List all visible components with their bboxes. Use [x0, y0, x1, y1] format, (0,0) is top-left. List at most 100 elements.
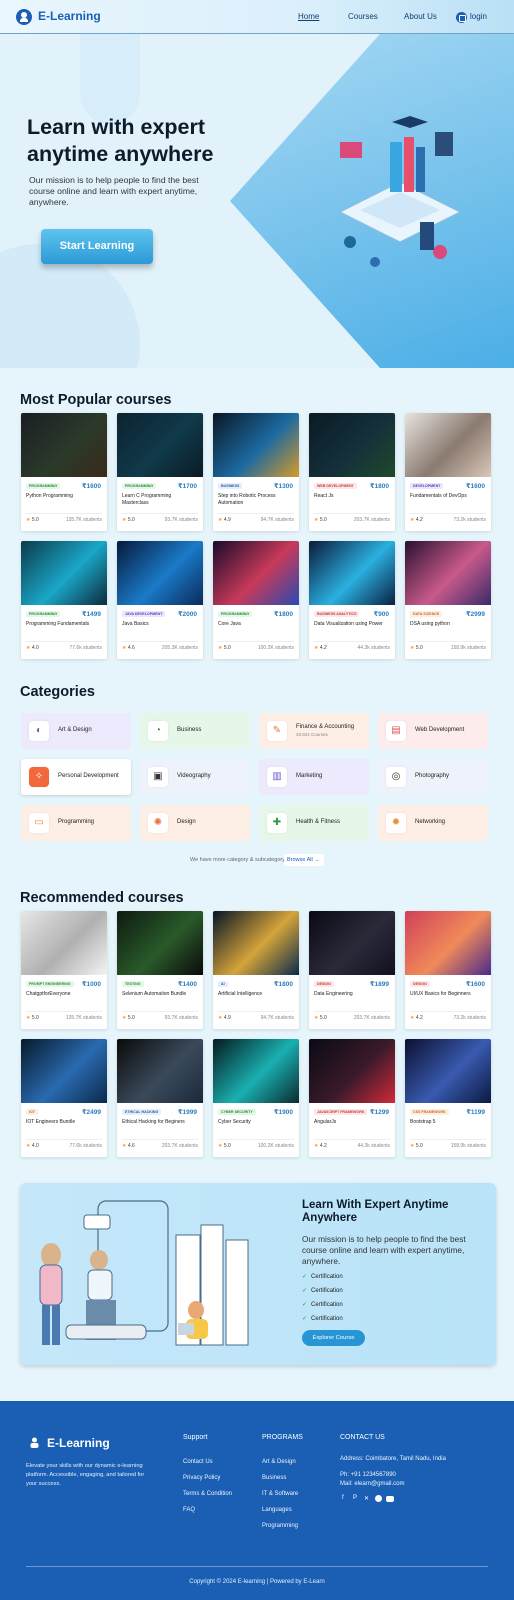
course-card[interactable]: AI ₹1800 Artificial Intelligence ★ 4.9 94.7K… [213, 911, 299, 1029]
course-name[interactable]: Artificial Intelligence [218, 991, 294, 998]
course-thumbnail[interactable] [213, 541, 299, 605]
course-rating: ★ 5.0 [314, 1015, 327, 1021]
facebook-icon[interactable]: f [342, 1495, 344, 1501]
course-name[interactable]: Data Visualization using Power [314, 621, 390, 628]
category-marketing[interactable]: ▥ Marketing [259, 759, 369, 795]
whatsapp-icon[interactable] [375, 1495, 382, 1502]
course-name[interactable]: Bootstrap 5 [410, 1119, 486, 1126]
course-card[interactable]: JAVASCRIPT FRAMEWORK ₹1299 AngularJs ★ 4.2 4… [309, 1039, 395, 1157]
course-card[interactable]: JAVA DEVELOPMENT ₹2000 Java Basics ★ 4.6 205… [117, 541, 203, 659]
start-learning-button[interactable]: Start Learning [41, 229, 153, 264]
nav-courses[interactable]: Courses [348, 12, 378, 21]
nav-home[interactable]: Home [298, 12, 319, 21]
footer-link-it-software[interactable]: IT & Software [262, 1491, 298, 1497]
course-card[interactable]: PROMPT ENGINEERING ₹1000 ChatgptforEveryon… [21, 911, 107, 1029]
course-name[interactable]: IOT Engineers Bundle [26, 1119, 102, 1126]
course-card[interactable]: DATA SCIENCE ₹2999 DSA using python ★ 5.0 15… [405, 541, 491, 659]
course-card[interactable]: WEB DEVELOPMENT ₹1800 React Js ★ 5.0 203.7K … [309, 413, 395, 531]
course-card[interactable]: ETHICAL HACKING ₹1999 Ethical Hacking for … [117, 1039, 203, 1157]
course-thumbnail[interactable] [117, 413, 203, 477]
course-thumbnail[interactable] [117, 911, 203, 975]
footer-link-privacy[interactable]: Privacy Policy [183, 1475, 220, 1481]
category-web-development[interactable]: ▤ Web Development [378, 713, 488, 749]
course-name[interactable]: React Js [314, 493, 390, 500]
course-thumbnail[interactable] [405, 413, 491, 477]
course-card[interactable]: BUSINESS ANALYTICS ₹900 Data Visualization… [309, 541, 395, 659]
category-art-design[interactable]: ◐ Art & Design [21, 713, 131, 749]
course-name[interactable]: ChatgptforEveryone [26, 991, 102, 998]
course-name[interactable]: Selenium Automation Bundle [122, 991, 198, 998]
footer-link-faq[interactable]: FAQ [183, 1507, 195, 1513]
course-name[interactable]: Data Engineering [314, 991, 390, 998]
browse-all-button[interactable]: Browse All → [284, 854, 324, 866]
footer-link-programming[interactable]: Programming [262, 1523, 298, 1529]
brand-name[interactable]: E-Learning [38, 9, 101, 23]
x-icon[interactable]: ✕ [364, 1495, 369, 1502]
course-thumbnail[interactable] [309, 413, 395, 477]
course-card[interactable]: DEVELOPMENT ₹1600 Fundamentals of DevOps ★ … [405, 413, 491, 531]
explore-course-button[interactable]: Explorer Course [302, 1330, 365, 1346]
course-name[interactable]: Core Java [218, 621, 294, 628]
course-rating: ★ 4.6 [122, 645, 135, 651]
course-card[interactable]: PROGRAMMING ₹1800 Core Java ★ 5.0 100.2K stu… [213, 541, 299, 659]
course-thumbnail[interactable] [21, 911, 107, 975]
category-personal-development[interactable]: ✧ Personal Development [21, 759, 131, 795]
footer-link-languages[interactable]: Languages [262, 1507, 292, 1513]
course-name[interactable]: Programming Fundamentals [26, 621, 102, 628]
course-thumbnail[interactable] [405, 1039, 491, 1103]
course-tag: WEB DEVELOPMENT [314, 483, 357, 489]
login-icon[interactable] [456, 12, 467, 23]
course-name[interactable]: Java Basics [122, 621, 198, 628]
course-thumbnail[interactable] [21, 541, 107, 605]
course-name[interactable]: Python Programming [26, 493, 102, 500]
course-card[interactable]: PROGRAMMING ₹1700 Learn C Programming Mast… [117, 413, 203, 531]
course-card[interactable]: DESIGN ₹1600 UI/UX Basics for Beginners ★ 4… [405, 911, 491, 1029]
category-health-fitness[interactable]: ✚ Health & Fitness [259, 805, 369, 841]
category-design[interactable]: ✺ Design [140, 805, 250, 841]
course-thumbnail[interactable] [117, 1039, 203, 1103]
course-card[interactable]: PROGRAMMING ₹1499 Programming Fundamentals… [21, 541, 107, 659]
course-card[interactable]: CSS FRAMEWORK ₹1199 Bootstrap 5 ★ 5.0 158.9k… [405, 1039, 491, 1157]
rating-value: 4.0 [31, 645, 39, 651]
course-name[interactable]: Ethical Hacking for Beginers [122, 1119, 198, 1126]
pinterest-icon[interactable]: P [353, 1495, 357, 1501]
nav-about-us[interactable]: About Us [404, 12, 437, 21]
youtube-icon[interactable] [386, 1496, 394, 1502]
course-card[interactable]: PROGRAMMING ₹1600 Python Programming ★ 5.0 1… [21, 413, 107, 531]
course-name[interactable]: Learn C Programming Masterclass [122, 493, 198, 507]
course-thumbnail[interactable] [21, 413, 107, 477]
course-card[interactable]: DESIGN ₹1899 Data Engineering ★ 5.0 203.7K s… [309, 911, 395, 1029]
category-networking[interactable]: ✹ Networking [378, 805, 488, 841]
course-name[interactable]: UI/UX Basics for Beginners [410, 991, 486, 998]
course-thumbnail[interactable] [117, 541, 203, 605]
course-thumbnail[interactable] [213, 1039, 299, 1103]
footer-link-terms[interactable]: Terms & Condition [183, 1491, 232, 1497]
category-business[interactable]: ◔ Business [140, 713, 250, 749]
footer-link-contact[interactable]: Contact Us [183, 1459, 213, 1465]
course-thumbnail[interactable] [405, 541, 491, 605]
category-photography[interactable]: ◎ Photography [378, 759, 488, 795]
course-name[interactable]: Cyber Security [218, 1119, 294, 1126]
category-finance-accounting[interactable]: ✎ Finance & Accounting 33,841 Courses [259, 713, 369, 749]
course-name[interactable]: Step into Robotic Process Automation [218, 493, 294, 507]
course-thumbnail[interactable] [213, 911, 299, 975]
course-thumbnail[interactable] [213, 413, 299, 477]
course-name[interactable]: DSA using python [410, 621, 486, 628]
category-programming[interactable]: ▭ Programming [21, 805, 131, 841]
footer-link-art-design[interactable]: Art & Design [262, 1459, 296, 1465]
footer-link-business[interactable]: Business [262, 1475, 286, 1481]
course-thumbnail[interactable] [309, 1039, 395, 1103]
category-videography[interactable]: ▣ Videography [140, 759, 250, 795]
course-price: ₹1800 [274, 611, 293, 618]
course-card[interactable]: IOT ₹2499 IOT Engineers Bundle ★ 4.0 77.6k s… [21, 1039, 107, 1157]
login-link[interactable]: login [470, 12, 487, 21]
course-thumbnail[interactable] [21, 1039, 107, 1103]
course-card[interactable]: BUSINESS ₹1300 Step into Robotic Process A… [213, 413, 299, 531]
course-thumbnail[interactable] [309, 911, 395, 975]
course-name[interactable]: Fundamentals of DevOps [410, 493, 486, 500]
course-card[interactable]: CYBER SECURITY ₹1900 Cyber Security ★ 5.0 10… [213, 1039, 299, 1157]
course-thumbnail[interactable] [309, 541, 395, 605]
course-name[interactable]: AngularJs [314, 1119, 390, 1126]
course-thumbnail[interactable] [405, 911, 491, 975]
course-card[interactable]: TESTING ₹1400 Selenium Automation Bundle ★ … [117, 911, 203, 1029]
